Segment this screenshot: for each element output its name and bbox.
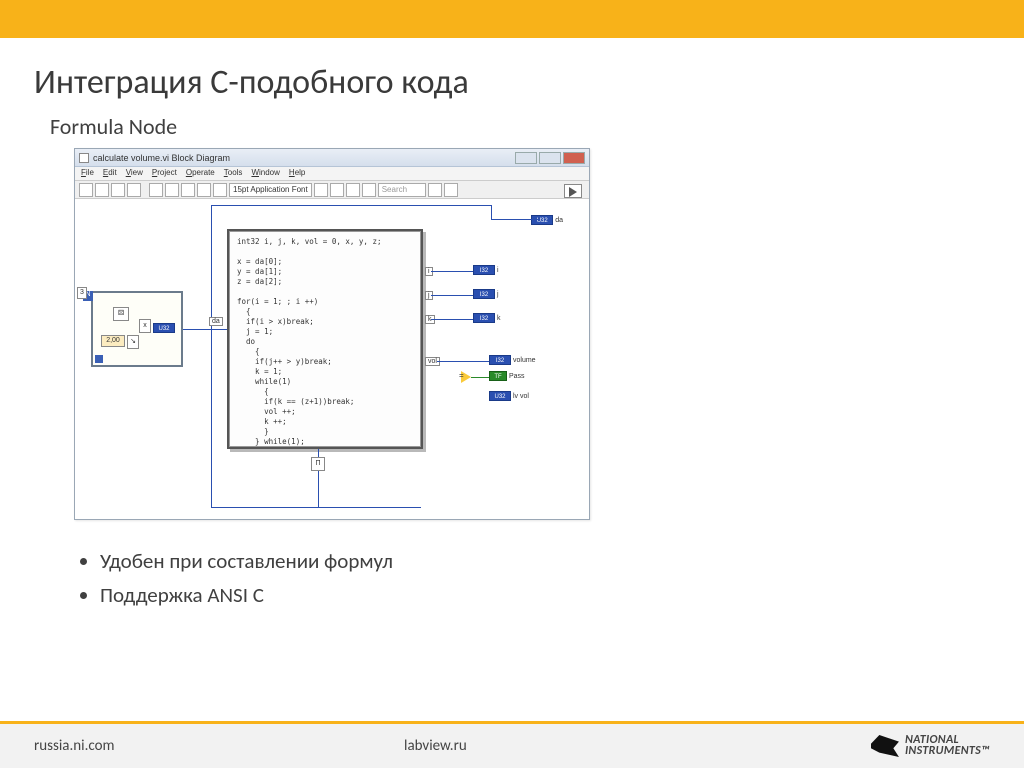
run-button[interactable] xyxy=(79,183,93,197)
menu-file[interactable]: File xyxy=(81,168,94,179)
reorder-button[interactable] xyxy=(362,183,376,197)
slide-title: Интеграция C-подобного кода xyxy=(0,38,1024,111)
equals-label: = xyxy=(459,371,464,380)
run-cont-button[interactable] xyxy=(95,183,109,197)
terminal-volume: I32volume xyxy=(489,355,536,365)
retain-button[interactable] xyxy=(165,183,179,197)
terminal-label: da xyxy=(555,217,563,224)
dice-node[interactable]: ⚄ xyxy=(113,307,129,321)
wire xyxy=(437,361,489,362)
highlight-button[interactable] xyxy=(149,183,163,197)
loop-i-terminal xyxy=(95,355,103,363)
block-diagram-canvas[interactable]: U32 da N ⚄ x 2,00 ↘ U32 3 da int32 i, j,… xyxy=(75,199,589,519)
u32-terminal: U32 xyxy=(153,323,175,333)
maximize-button[interactable] xyxy=(539,152,561,164)
for-loop[interactable]: N ⚄ x 2,00 ↘ U32 xyxy=(91,291,183,367)
close-button[interactable] xyxy=(563,152,585,164)
slide-subtitle: Formula Node xyxy=(0,111,1024,148)
help-icon[interactable] xyxy=(444,183,458,197)
mult-bottom-node[interactable]: Π xyxy=(311,457,325,471)
wire xyxy=(183,329,227,330)
menu-help[interactable]: Help xyxy=(289,168,305,179)
labview-window: calculate volume.vi Block Diagram File E… xyxy=(74,148,590,520)
wire xyxy=(211,205,491,206)
wire xyxy=(318,449,319,457)
wire xyxy=(431,319,473,320)
u32-tag: U32 xyxy=(153,323,175,333)
wire xyxy=(318,471,319,507)
footer-url-left: russia.ni.com xyxy=(34,737,404,755)
menu-window[interactable]: Window xyxy=(251,168,279,179)
slide-footer: russia.ni.com labview.ru NATIONAL INSTRU… xyxy=(0,721,1024,768)
window-title: calculate volume.vi Block Diagram xyxy=(93,153,515,163)
terminal-da: U32 da xyxy=(531,215,563,225)
round-node[interactable]: ↘ xyxy=(127,335,139,349)
window-titlebar: calculate volume.vi Block Diagram xyxy=(75,149,589,167)
pin-label-da: da xyxy=(209,317,223,326)
align-button[interactable] xyxy=(314,183,328,197)
menu-view[interactable]: View xyxy=(126,168,143,179)
menu-operate[interactable]: Operate xyxy=(186,168,215,179)
menu-tools[interactable]: Tools xyxy=(224,168,243,179)
terminal-j: I32j xyxy=(473,289,499,299)
bullet-item: Удобен при составлении формул xyxy=(100,548,1024,574)
step-out-button[interactable] xyxy=(213,183,227,197)
wire xyxy=(491,205,492,219)
distribute-button[interactable] xyxy=(330,183,344,197)
slide-top-bar xyxy=(0,0,1024,38)
toolbar: 15pt Application Font Search xyxy=(75,181,589,199)
wire xyxy=(491,219,539,220)
terminal-lvvol: U32lv vol xyxy=(489,391,529,401)
const-200: 2,00 xyxy=(101,335,125,347)
step-button[interactable] xyxy=(181,183,195,197)
font-selector[interactable]: 15pt Application Font xyxy=(229,183,312,197)
wire xyxy=(211,507,421,508)
minimize-button[interactable] xyxy=(515,152,537,164)
formula-node[interactable]: int32 i, j, k, vol = 0, x, y, z; x = da[… xyxy=(227,229,423,449)
search-icon[interactable] xyxy=(428,183,442,197)
menu-bar: File Edit View Project Operate Tools Win… xyxy=(75,167,589,181)
wire xyxy=(471,377,489,378)
terminal-k: I32k xyxy=(473,313,501,323)
bullet-item: Поддержка ANSI C xyxy=(100,582,1024,608)
search-input[interactable]: Search xyxy=(378,183,426,197)
abort-button[interactable] xyxy=(111,183,125,197)
terminal-i: I32i xyxy=(473,265,499,275)
footer-url-mid: labview.ru xyxy=(404,737,871,755)
ni-logo: NATIONAL INSTRUMENTS™ xyxy=(871,735,990,757)
vi-icon xyxy=(564,184,582,198)
step-over-button[interactable] xyxy=(197,183,211,197)
wire xyxy=(211,205,212,507)
const-3: 3 xyxy=(77,287,87,299)
bullet-list: Удобен при составлении формул Поддержка … xyxy=(84,548,1024,608)
terminal-pass: TFPass xyxy=(489,371,525,381)
app-icon xyxy=(79,153,89,163)
wire xyxy=(431,295,473,296)
menu-edit[interactable]: Edit xyxy=(103,168,117,179)
u32-tag: U32 xyxy=(531,215,553,225)
pause-button[interactable] xyxy=(127,183,141,197)
logo-line2: INSTRUMENTS xyxy=(905,744,981,758)
menu-project[interactable]: Project xyxy=(152,168,177,179)
ni-eagle-icon xyxy=(871,735,899,757)
wire xyxy=(431,271,473,272)
resize-button[interactable] xyxy=(346,183,360,197)
multiply-node[interactable]: x xyxy=(139,319,151,333)
